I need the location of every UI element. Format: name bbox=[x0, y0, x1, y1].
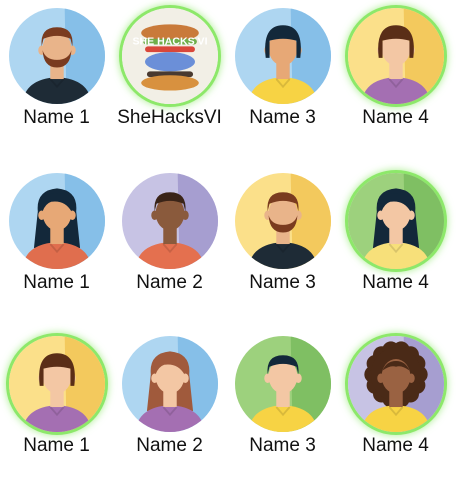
avatar-option-r3c3[interactable]: Name 3 bbox=[226, 336, 339, 457]
avatar-image bbox=[8, 173, 105, 269]
avatar-image bbox=[121, 336, 218, 432]
avatar-image bbox=[347, 336, 444, 432]
avatar-option-r2c1[interactable]: Name 1 bbox=[0, 173, 113, 294]
avatar-option-r1c1[interactable]: Name 1 bbox=[0, 8, 113, 129]
avatar-image bbox=[234, 173, 331, 269]
man-avatar-icon bbox=[121, 173, 218, 269]
avatar-name-label: Name 3 bbox=[249, 107, 316, 128]
avatar-option-r1c2[interactable]: SHE HACKS VI SheHacksVI bbox=[113, 8, 226, 129]
woman-long-hair-avatar-icon bbox=[347, 173, 444, 269]
avatar-name-label: SheHacksVI bbox=[117, 107, 222, 128]
woman-wavy-hair-avatar-icon bbox=[121, 336, 218, 432]
avatar-option-r2c3[interactable]: Name 3 bbox=[226, 173, 339, 294]
avatar-image bbox=[8, 8, 105, 104]
avatar-image bbox=[234, 336, 331, 432]
avatar-image bbox=[121, 173, 218, 269]
avatar-name-label: Name 4 bbox=[362, 107, 429, 128]
avatar-option-r3c2[interactable]: Name 2 bbox=[113, 336, 226, 457]
avatar-option-r1c4[interactable]: Name 4 bbox=[339, 8, 452, 129]
woman-curly-hair-avatar-icon bbox=[347, 336, 444, 432]
avatar-image: SHE HACKS VI bbox=[121, 8, 218, 104]
avatar-name-label: Name 2 bbox=[136, 435, 203, 456]
avatar-option-r3c1[interactable]: Name 1 bbox=[0, 336, 113, 457]
svg-text:SHE HACKS VI: SHE HACKS VI bbox=[132, 35, 207, 47]
woman-long-hair-avatar-icon bbox=[8, 173, 105, 269]
woman-bangs-avatar-icon bbox=[8, 336, 105, 432]
avatar-image bbox=[8, 336, 105, 432]
avatar-name-label: Name 2 bbox=[136, 272, 203, 293]
avatar-image bbox=[347, 173, 444, 269]
man-avatar-icon bbox=[234, 336, 331, 432]
avatar-name-label: Name 4 bbox=[362, 435, 429, 456]
avatar-option-r2c2[interactable]: Name 2 bbox=[113, 173, 226, 294]
avatar-name-label: Name 3 bbox=[249, 435, 316, 456]
avatar-name-label: Name 1 bbox=[23, 435, 90, 456]
avatar-image bbox=[234, 8, 331, 104]
man-beard-avatar-icon bbox=[234, 173, 331, 269]
avatar-option-r1c3[interactable]: Name 3 bbox=[226, 8, 339, 129]
avatar-name-label: Name 1 bbox=[23, 107, 90, 128]
avatar-option-r3c4[interactable]: Name 4 bbox=[339, 336, 452, 457]
shehacks-logo-icon: SHE HACKS VI bbox=[121, 8, 218, 104]
avatar-name-label: Name 1 bbox=[23, 272, 90, 293]
woman-bangs-avatar-icon bbox=[347, 8, 444, 104]
avatar-image bbox=[347, 8, 444, 104]
avatar-name-label: Name 4 bbox=[362, 272, 429, 293]
avatar-name-label: Name 3 bbox=[249, 272, 316, 293]
man-beard-avatar-icon bbox=[8, 8, 105, 104]
avatar-option-r2c4[interactable]: Name 4 bbox=[339, 173, 452, 294]
woman-short-hair-avatar-icon bbox=[234, 8, 331, 104]
